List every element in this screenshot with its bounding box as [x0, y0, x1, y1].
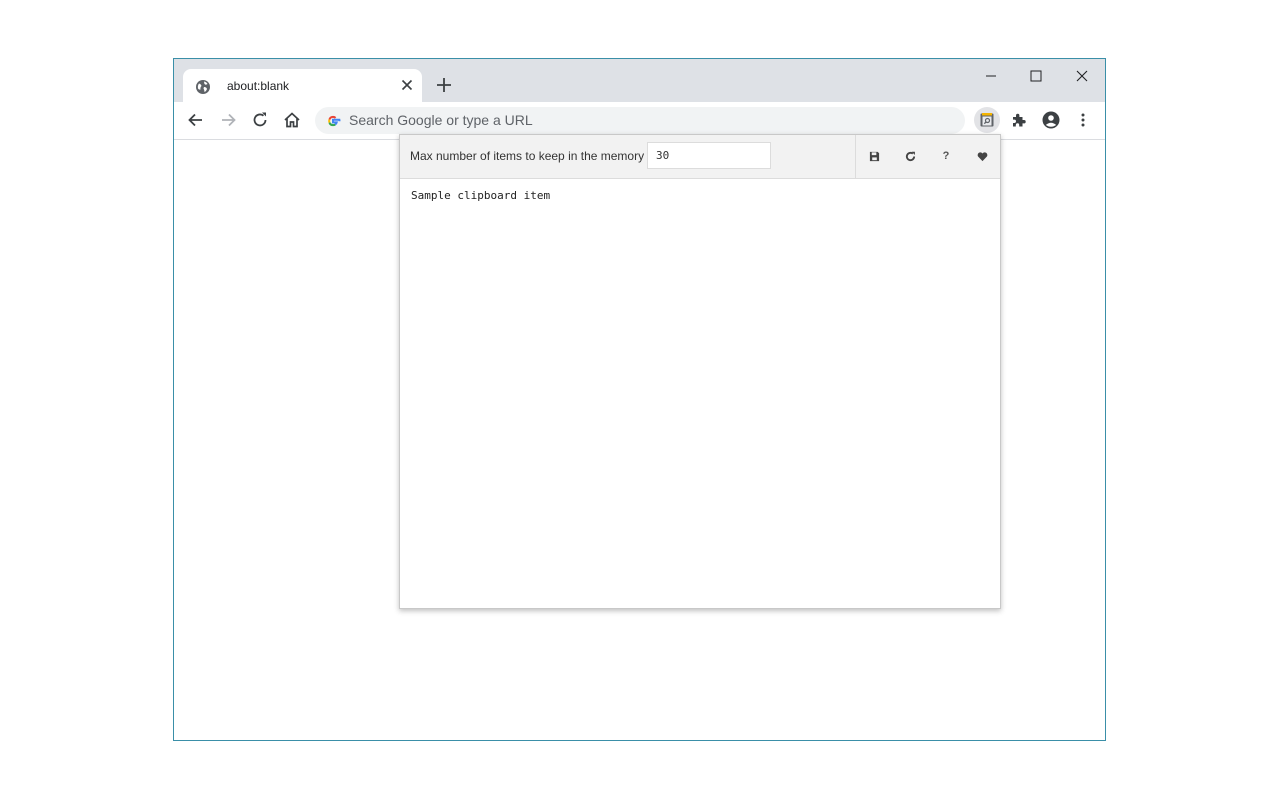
- heart-icon: [977, 151, 987, 161]
- home-icon[interactable]: [282, 110, 302, 130]
- back-icon[interactable]: [186, 110, 206, 130]
- account-icon: [1042, 111, 1060, 129]
- minimize-icon[interactable]: [982, 67, 1000, 85]
- google-g-icon: [328, 115, 341, 127]
- profile-button[interactable]: [1038, 107, 1064, 133]
- popup-header: Max number of items to keep in the memor…: [400, 135, 1000, 179]
- max-items-input[interactable]: [647, 142, 771, 169]
- maximize-icon[interactable]: [1027, 67, 1045, 85]
- new-tab-icon[interactable]: [435, 76, 453, 94]
- close-window-icon[interactable]: [1073, 67, 1091, 85]
- max-items-label: Max number of items to keep in the memor…: [410, 149, 645, 163]
- donate-button[interactable]: [974, 148, 990, 164]
- globe-icon: [196, 80, 210, 94]
- header-divider: [855, 135, 856, 178]
- save-button[interactable]: [866, 148, 882, 164]
- more-vert-icon: [1081, 113, 1085, 127]
- extensions-button[interactable]: [1006, 107, 1032, 133]
- forward-icon[interactable]: [218, 110, 238, 130]
- tab-about-blank[interactable]: about:blank: [183, 69, 422, 103]
- omnibox[interactable]: Search Google or type a URL: [315, 107, 965, 134]
- tab-title: about:blank: [227, 79, 290, 93]
- refresh-button[interactable]: [902, 148, 918, 164]
- omnibox-placeholder: Search Google or type a URL: [349, 112, 533, 128]
- clipboard-item[interactable]: Sample clipboard item: [411, 189, 550, 202]
- clipboard-history-icon: [980, 113, 994, 127]
- clipboard-extension-button[interactable]: [974, 107, 1000, 133]
- puzzle-icon: [1013, 113, 1026, 127]
- menu-button[interactable]: [1070, 107, 1096, 133]
- tab-strip: about:blank: [174, 59, 1105, 103]
- refresh-icon: [905, 151, 915, 161]
- save-icon: [869, 151, 879, 161]
- reload-icon[interactable]: [250, 110, 270, 130]
- help-button[interactable]: ?: [938, 148, 954, 164]
- clipboard-history-popup: Max number of items to keep in the memor…: [399, 134, 1001, 609]
- tab-close-icon[interactable]: [399, 77, 415, 93]
